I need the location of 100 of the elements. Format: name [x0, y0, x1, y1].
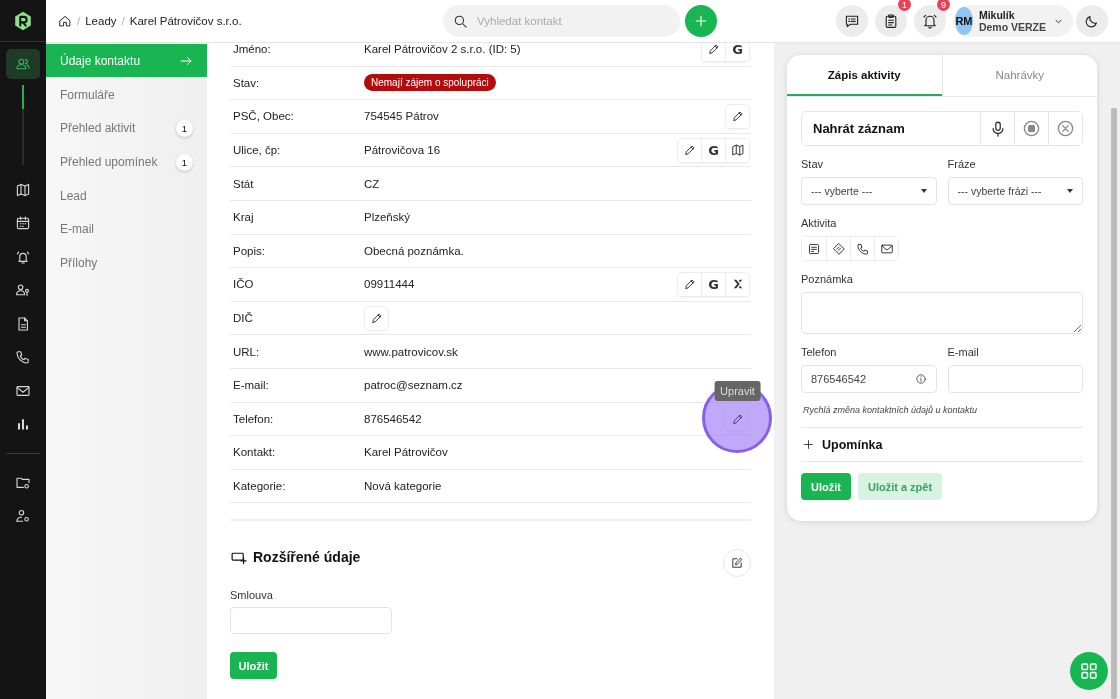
reminder-toggle[interactable]: Upomínka [801, 427, 1083, 462]
input-field[interactable]: 876546542 [801, 365, 937, 393]
count-badge: 1 [176, 153, 193, 171]
pencil-icon [706, 43, 721, 57]
edit-button[interactable] [723, 549, 751, 578]
subnav-item[interactable]: Lead [46, 179, 207, 212]
field-value: Obecná poznámka. [364, 244, 464, 257]
breadcrumb-separator: / [77, 15, 81, 27]
note-icon [807, 241, 821, 256]
add-button[interactable] [685, 5, 717, 37]
field-label: PSČ, Obec: [232, 110, 295, 123]
field-value: 754545 Pátrov [364, 110, 439, 123]
count-badge: 1 [176, 119, 193, 137]
edit-button[interactable] [678, 138, 701, 162]
caret-icon [1067, 189, 1073, 193]
phone-icon [15, 349, 31, 365]
field-label: Smlouva [230, 589, 274, 602]
google-search-button[interactable]: G [702, 272, 725, 296]
field-label: URL: [232, 345, 261, 358]
field-label: E-mail [947, 346, 980, 358]
select-field[interactable]: --- vyberte frázi --- [947, 177, 1083, 205]
tag-icon [831, 241, 846, 256]
field-label: Poznámka [801, 273, 854, 285]
user-key-icon [15, 282, 31, 298]
note-field[interactable] [801, 292, 1083, 334]
field-label: IČO [232, 278, 255, 291]
scrollbar[interactable] [1111, 108, 1117, 699]
edit-button[interactable] [726, 105, 749, 128]
plus-icon [802, 438, 815, 451]
field-label: Aktivita [801, 217, 838, 229]
field-label: Kategorie: [232, 480, 287, 492]
subnav-item[interactable]: E-mail [46, 213, 207, 246]
grid-icon [1079, 661, 1099, 681]
map-icon [15, 181, 31, 198]
tab[interactable]: Nahrávky [941, 55, 1097, 96]
subnav-item[interactable]: Formuláře [46, 78, 207, 111]
phone-icon [855, 241, 870, 256]
breadcrumb-separator: / [121, 15, 125, 27]
field-label: Telefon: [232, 412, 275, 425]
tab[interactable]: Zápis aktivity [787, 55, 942, 96]
moon-icon [1084, 13, 1100, 29]
pencil-icon [682, 143, 697, 158]
pencil-icon [369, 311, 384, 326]
field-value: www.patrovicov.sk [364, 345, 458, 358]
edit-icon [730, 556, 744, 571]
user-subtitle: Demo VERZE [978, 21, 1046, 33]
theme-button[interactable] [1076, 5, 1108, 37]
bar-chart-icon [15, 416, 31, 432]
field-label: Ulice, čp: [232, 144, 282, 157]
caret-icon [920, 189, 927, 193]
cancel-button[interactable] [1048, 112, 1082, 145]
registry-button[interactable] [726, 272, 749, 296]
hint-text: Rychlá změna kontaktních údajů u kontaktu [803, 405, 979, 415]
search-icon [453, 13, 468, 29]
field-value: 09911444 [364, 278, 415, 291]
sidebar-nav-button[interactable] [6, 49, 40, 79]
record-label: Nahrát záznam [812, 120, 906, 138]
breadcrumb-link[interactable]: Leady [85, 15, 117, 27]
edit-button[interactable] [364, 305, 389, 331]
input-field[interactable] [230, 607, 392, 635]
users-icon [15, 56, 31, 72]
field-value: patroc@seznam.cz [364, 379, 463, 392]
field-label: Telefon [801, 346, 838, 358]
field-label: Kraj [232, 211, 255, 224]
field-value: CZ [364, 177, 380, 190]
field-label: Popis: [232, 244, 266, 257]
input-field[interactable] [947, 365, 1083, 393]
tooltip: Upravit [714, 381, 761, 402]
mail-type-button[interactable] [874, 237, 898, 260]
field-value: Pátrovičova 16 [364, 144, 441, 157]
notification-badge: 9 [937, 0, 950, 11]
user-name: Mikulík [978, 9, 1016, 21]
pencil-icon [682, 277, 697, 292]
map-button[interactable] [726, 138, 749, 162]
chat-button[interactable] [836, 5, 868, 37]
google-search-button[interactable]: G [702, 138, 725, 162]
notification-badge: 1 [898, 0, 911, 11]
field-label: DIČ [232, 312, 254, 325]
chat-icon [844, 13, 860, 29]
field-value: Nová kategorie [364, 480, 442, 492]
plus-icon [693, 13, 709, 29]
search-field[interactable]: Vyhledat kontakt [443, 5, 680, 37]
field-label: Fráze [947, 158, 977, 170]
field-value: 876546542 [364, 412, 422, 425]
app-logo-icon [12, 9, 34, 32]
edit-button[interactable] [702, 43, 725, 61]
subnav-item[interactable]: Přehled upomínek 1 [46, 146, 207, 179]
edit-button[interactable] [678, 272, 701, 296]
user-gear-icon [15, 508, 31, 524]
field-value: Plzeňský [364, 211, 411, 224]
field-value: Karel Pátrovičov 2 s.r.o. (ID: 5) [364, 43, 521, 56]
map-icon [730, 143, 745, 158]
select-field[interactable]: --- vyberte --- [801, 177, 937, 205]
clipboard-icon [883, 13, 899, 29]
subnav-item[interactable]: Přílohy [46, 247, 207, 280]
document-icon [15, 315, 31, 332]
subnav-item[interactable]: Přehled aktivit 1 [46, 112, 207, 145]
pencil-icon [730, 109, 745, 124]
stop-icon [1022, 119, 1041, 138]
google-search-button[interactable]: G [726, 43, 749, 61]
